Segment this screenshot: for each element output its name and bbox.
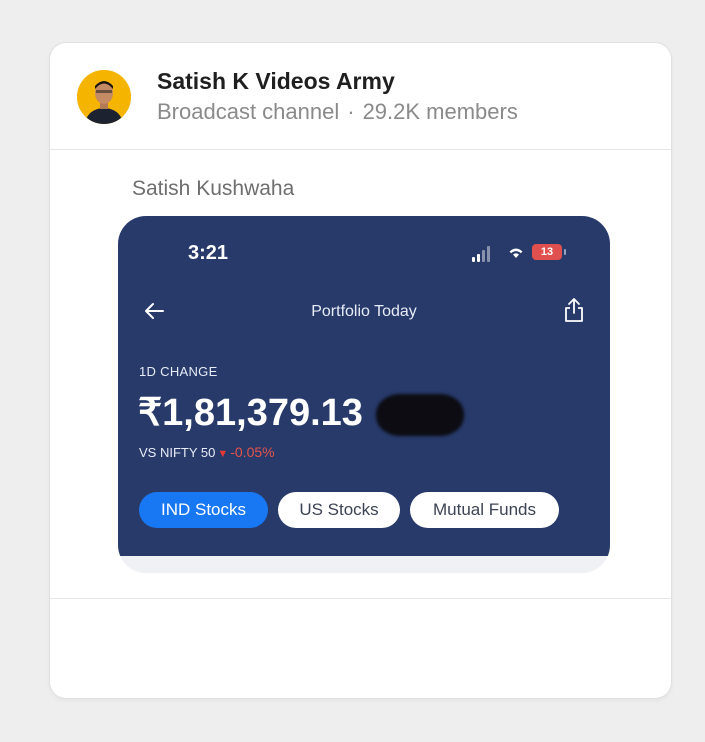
chip-mutual-funds[interactable]: Mutual Funds: [410, 492, 559, 528]
avatar-photo: [77, 70, 131, 124]
footer-divider: [50, 598, 671, 599]
chip-ind-stocks[interactable]: IND Stocks: [139, 492, 268, 528]
wifi-icon: [509, 248, 523, 258]
redaction-scribble: [376, 394, 464, 436]
channel-avatar[interactable]: [77, 70, 131, 124]
sender-name: Satish Kushwaha: [132, 177, 295, 200]
share-icon[interactable]: [562, 296, 586, 324]
message-card: Satish K Videos Army Broadcast channel · 2…: [50, 43, 671, 698]
chip-us-stocks[interactable]: US Stocks: [278, 492, 400, 528]
benchmark-change: -0.05%: [230, 444, 275, 460]
change-value: ₹1,81,379.13: [138, 392, 363, 434]
benchmark-label: VS NIFTY 50: [139, 445, 216, 460]
benchmark-row: VS NIFTY 50 ▼ -0.05%: [139, 444, 275, 460]
screen-title: Portfolio Today: [311, 303, 417, 320]
status-time: 3:21: [188, 242, 229, 264]
channel-type: Broadcast channel: [157, 99, 340, 124]
shared-image[interactable]: 3:21 13 Portfolio Today 1D CHANGE ₹1,81,…: [118, 216, 610, 573]
portfolio-screenshot: 3:21 13 Portfolio Today 1D CHANGE ₹1,81,…: [118, 216, 610, 556]
battery-icon: 13: [532, 244, 562, 260]
channel-subtitle: Broadcast channel · 29.2K members: [157, 99, 518, 125]
down-triangle-icon: ▼: [217, 448, 229, 460]
channel-name[interactable]: Satish K Videos Army: [157, 68, 395, 95]
signal-icon: [472, 244, 496, 262]
battery-tip: [564, 249, 566, 255]
change-label: 1D CHANGE: [139, 364, 218, 379]
channel-header[interactable]: Satish K Videos Army Broadcast channel · 2…: [50, 43, 671, 150]
separator-dot: ·: [347, 99, 355, 124]
member-count: 29.2K members: [362, 99, 518, 124]
status-icons: 13: [472, 244, 568, 262]
